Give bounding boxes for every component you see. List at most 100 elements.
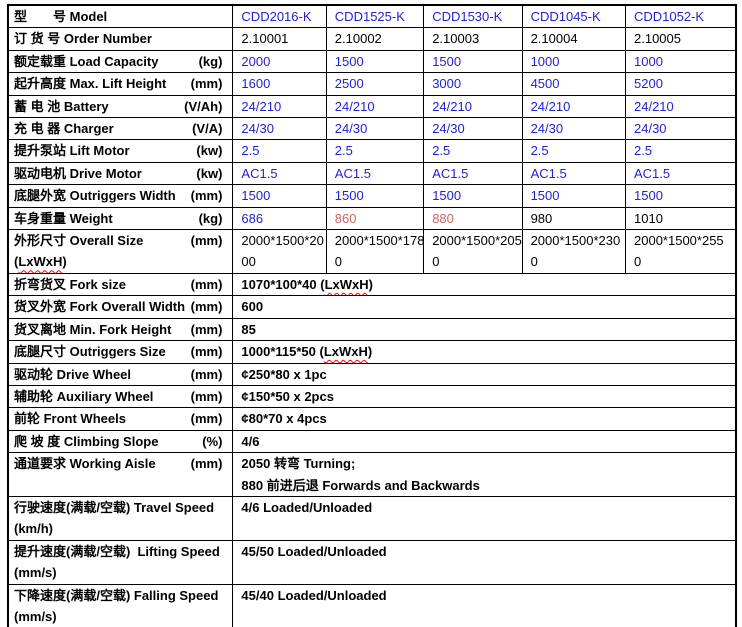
cell-lift-motor-2: 2.5 bbox=[424, 140, 522, 162]
cell-text: 2000*1500*230 0 bbox=[531, 233, 621, 269]
table-row-max-lift-height: 起升高度 Max. Lift Height(mm)160025003000450… bbox=[8, 73, 736, 95]
row-unit: (kg) bbox=[199, 208, 223, 229]
cell-text: 1500 bbox=[335, 54, 364, 69]
row-unit: (mm) bbox=[191, 230, 223, 251]
cell-text: 24/30 bbox=[241, 121, 274, 136]
cell-lift-motor-0: 2.5 bbox=[233, 140, 326, 162]
row-unit: (mm) bbox=[191, 185, 223, 206]
row-label-inner: 下降速度(满载/空载) Falling Speed (mm/s) bbox=[9, 585, 232, 627]
cell-lift-motor-3: 2.5 bbox=[522, 140, 625, 162]
row-label-text: 提升泵站 Lift Motor bbox=[14, 140, 130, 161]
cell-text: 1500 bbox=[432, 188, 461, 203]
row-label-inner: 提升泵站 Lift Motor(kw) bbox=[9, 140, 232, 161]
row-label-fork-overall-width: 货叉外宽 Fork Overall Width(mm) bbox=[8, 296, 233, 318]
label-part: 货叉外宽 Fork Overall Width bbox=[14, 299, 185, 314]
cell-text: 24/210 bbox=[531, 99, 571, 114]
cell-text: 686 bbox=[241, 211, 263, 226]
row-label-lift-motor: 提升泵站 Lift Motor(kw) bbox=[8, 140, 233, 162]
cell-weight-3: 980 bbox=[522, 207, 625, 229]
row-unit: (mm) bbox=[191, 341, 223, 362]
cell-drive-motor-0: AC1.5 bbox=[233, 162, 326, 184]
table-row-working-aisle: 通道要求 Working Aisle(mm)2050 转弯 Turning; 8… bbox=[8, 453, 736, 497]
cell-text: 24/210 bbox=[634, 99, 674, 114]
page: { "colors": { "blue": "#2121d6", "pink":… bbox=[0, 0, 742, 627]
cell-text: 600 bbox=[241, 299, 263, 314]
spellcheck-wavy-text: LxWxH bbox=[325, 277, 369, 292]
cell-text: 2.10002 bbox=[335, 31, 382, 46]
label-part: 提升速度(满载/空载) Lifting Speed (mm/s) bbox=[14, 544, 220, 580]
cell-text: 2000*1500*178 0 bbox=[335, 233, 424, 269]
cell-text: 2000 bbox=[241, 54, 270, 69]
table-row-outriggers-size: 底腿尺寸 Outriggers Size(mm)1000*115*50 (LxW… bbox=[8, 341, 736, 363]
cell-text: 4/6 Loaded/Unloaded bbox=[241, 500, 372, 515]
cell-load-capacity-4: 1000 bbox=[626, 50, 737, 72]
cell-text: 2.5 bbox=[335, 143, 353, 158]
row-label-inner: 底腿尺寸 Outriggers Size(mm) bbox=[9, 341, 232, 362]
spec-document: 型 号 ModelCDD2016-KCDD1525-KCDD1530-KCDD1… bbox=[0, 0, 742, 627]
forklift-spec-table: 型 号 ModelCDD2016-KCDD1525-KCDD1530-KCDD1… bbox=[7, 4, 737, 627]
row-label-max-lift-height: 起升高度 Max. Lift Height(mm) bbox=[8, 73, 233, 95]
label-part: 充 电 器 Charger bbox=[14, 121, 114, 136]
row-label-text: 订 货 号 Order Number bbox=[14, 28, 152, 49]
cell-text: 24/30 bbox=[335, 121, 368, 136]
label-part: 折弯货叉 Fork size bbox=[14, 277, 126, 292]
row-label-charger: 充 电 器 Charger(V/A) bbox=[8, 118, 233, 140]
table-row-weight: 车身重量 Weight(kg)6868608809801010 bbox=[8, 207, 736, 229]
cell-model-4: CDD1052-K bbox=[626, 5, 737, 28]
row-unit: (mm) bbox=[191, 453, 223, 474]
cell-battery-2: 24/210 bbox=[424, 95, 522, 117]
row-label-travel-speed: 行驶速度(满载/空载) Travel Speed (km/h) bbox=[8, 496, 233, 540]
label-part: 行驶速度(满载/空载) Travel Speed (km/h) bbox=[14, 500, 214, 536]
table-row-lifting-speed: 提升速度(满载/空载) Lifting Speed (mm/s)45/50 Lo… bbox=[8, 540, 736, 584]
row-label-text: 蓄 电 池 Battery bbox=[14, 96, 109, 117]
label-part: 驱动电机 Drive Motor bbox=[14, 166, 142, 181]
cell-battery-0: 24/210 bbox=[233, 95, 326, 117]
cell-overall-size-4: 2000*1500*255 0 bbox=[626, 230, 737, 274]
cell-text: CDD1525-K bbox=[335, 9, 405, 24]
table-row-overall-size: 外形尺寸 Overall Size (LxWxH)(mm)2000*1500*2… bbox=[8, 230, 736, 274]
cell-text: 2050 转弯 Turning; 880 前进后退 Forwards and B… bbox=[241, 456, 479, 492]
table-row-battery: 蓄 电 池 Battery(V/Ah)24/21024/21024/21024/… bbox=[8, 95, 736, 117]
cell-text: 24/210 bbox=[241, 99, 281, 114]
cell-text: 1500 bbox=[335, 188, 364, 203]
cell-text: AC1.5 bbox=[432, 166, 468, 181]
label-part: 驱动轮 Drive Wheel bbox=[14, 367, 131, 382]
row-label-text: 爬 坡 度 Climbing Slope bbox=[14, 431, 158, 452]
label-part: 提升泵站 Lift Motor bbox=[14, 143, 130, 158]
cell-overall-size-1: 2000*1500*178 0 bbox=[326, 230, 423, 274]
row-label-drive-motor: 驱动电机 Drive Motor (kw) bbox=[8, 162, 233, 184]
row-label-text: 驱动轮 Drive Wheel bbox=[14, 364, 131, 385]
cell-model-1: CDD1525-K bbox=[326, 5, 423, 28]
row-label-inner: 爬 坡 度 Climbing Slope(%) bbox=[9, 431, 232, 452]
label-part: 前轮 Front Wheels bbox=[14, 411, 126, 426]
row-label-front-wheels: 前轮 Front Wheels(mm) bbox=[8, 408, 233, 430]
row-label-text: 行驶速度(满载/空载) Travel Speed (km/h) bbox=[14, 497, 214, 540]
row-unit: (kg) bbox=[199, 51, 223, 72]
cell-text: 1070*100*40 ( bbox=[241, 277, 324, 292]
cell-lift-motor-4: 2.5 bbox=[626, 140, 737, 162]
row-unit: (kw) bbox=[196, 163, 222, 184]
cell-overall-size-0: 2000*1500*20 00 bbox=[233, 230, 326, 274]
cell-model-2: CDD1530-K bbox=[424, 5, 522, 28]
row-label-text: 提升速度(满载/空载) Lifting Speed (mm/s) bbox=[14, 541, 220, 584]
row-label-inner: 货叉离地 Min. Fork Height(mm) bbox=[9, 319, 232, 340]
label-part: 订 货 号 Order Number bbox=[14, 31, 152, 46]
cell-max-lift-height-0: 1600 bbox=[233, 73, 326, 95]
cell-text: ¢150*50 x 2pcs bbox=[241, 389, 334, 404]
table-row-falling-speed: 下降速度(满载/空载) Falling Speed (mm/s)45/40 Lo… bbox=[8, 584, 736, 627]
row-label-drive-wheel: 驱动轮 Drive Wheel(mm) bbox=[8, 363, 233, 385]
row-label-inner: 起升高度 Max. Lift Height(mm) bbox=[9, 73, 232, 94]
cell-lift-motor-1: 2.5 bbox=[326, 140, 423, 162]
cell-text: 1500 bbox=[241, 188, 270, 203]
row-label-text: 折弯货叉 Fork size bbox=[14, 274, 126, 295]
cell-charger-1: 24/30 bbox=[326, 118, 423, 140]
label-part: 起升高度 Max. Lift Height bbox=[14, 76, 166, 91]
cell-drive-wheel: ¢250*80 x 1pc bbox=[233, 363, 736, 385]
row-unit: (mm) bbox=[191, 274, 223, 295]
cell-fork-overall-width: 600 bbox=[233, 296, 736, 318]
row-label-inner: 折弯货叉 Fork size (mm) bbox=[9, 274, 232, 295]
row-label-text: 车身重量 Weight bbox=[14, 208, 113, 229]
row-label-text: 下降速度(满载/空载) Falling Speed (mm/s) bbox=[14, 585, 218, 627]
cell-text: 24/30 bbox=[531, 121, 564, 136]
cell-text: 85 bbox=[241, 322, 255, 337]
